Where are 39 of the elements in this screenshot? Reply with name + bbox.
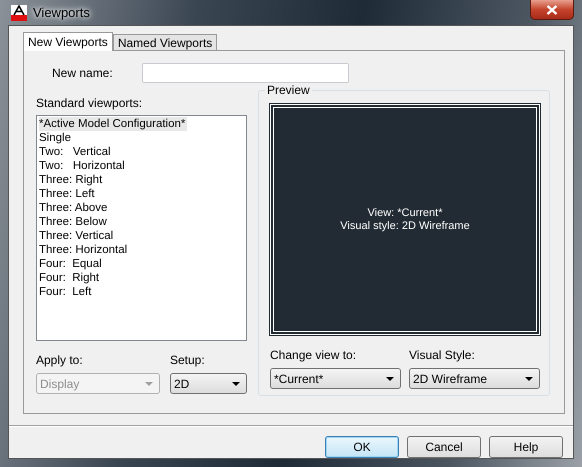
dialog-button[interactable]: OK xyxy=(325,436,399,458)
preview-text: View: *Current* xyxy=(368,206,442,220)
list-item[interactable]: Three: Left xyxy=(39,187,244,201)
dropdown-label: Apply to: xyxy=(36,353,84,367)
caret-icon xyxy=(145,382,153,386)
close-icon xyxy=(546,4,558,14)
caret-icon xyxy=(232,382,240,386)
list-item[interactable]: *Active Model Configuration* xyxy=(39,117,188,131)
tab[interactable]: Named Viewports xyxy=(112,34,218,50)
field-label: New name: xyxy=(51,66,114,80)
window-title: Viewports xyxy=(33,5,90,20)
list-item[interactable]: Two: Horizontal xyxy=(39,159,244,173)
group-title: Preview xyxy=(265,83,312,97)
tab[interactable]: New Viewports xyxy=(23,32,113,51)
preview-text: Visual style: 2D Wireframe xyxy=(340,220,470,232)
list-item[interactable]: Four: Left xyxy=(39,285,244,299)
list-item[interactable]: Three: Above xyxy=(39,201,244,215)
input-field[interactable] xyxy=(142,63,349,83)
list-item[interactable]: Three: Below xyxy=(39,215,244,229)
dropdown[interactable]: 2D Wireframe xyxy=(409,368,540,389)
app-logo-icon xyxy=(11,4,27,20)
list-item[interactable]: Single xyxy=(39,131,244,145)
dropdown[interactable]: 2D xyxy=(170,373,247,394)
dialog-button[interactable]: Cancel xyxy=(407,436,481,458)
dropdown-label: Change view to: xyxy=(270,348,358,362)
list-item[interactable]: Three: Vertical xyxy=(39,229,244,243)
dropdown[interactable]: *Current* xyxy=(270,368,401,389)
list-item[interactable]: Three: Horizontal xyxy=(39,243,244,257)
dropdown-label: Setup: xyxy=(170,353,206,367)
caret-icon xyxy=(386,376,394,380)
section-label: Standard viewports: xyxy=(36,96,144,110)
list-item[interactable]: Four: Equal xyxy=(39,257,244,271)
dropdown-label: Visual Style: xyxy=(409,348,476,362)
list-item[interactable]: Two: Vertical xyxy=(39,145,244,159)
list-item[interactable]: Three: Right xyxy=(39,173,244,187)
list-item[interactable]: Four: Right xyxy=(39,271,244,285)
close-button[interactable] xyxy=(530,0,574,20)
caret-icon xyxy=(525,376,533,380)
dialog-button[interactable]: Help xyxy=(489,436,563,458)
